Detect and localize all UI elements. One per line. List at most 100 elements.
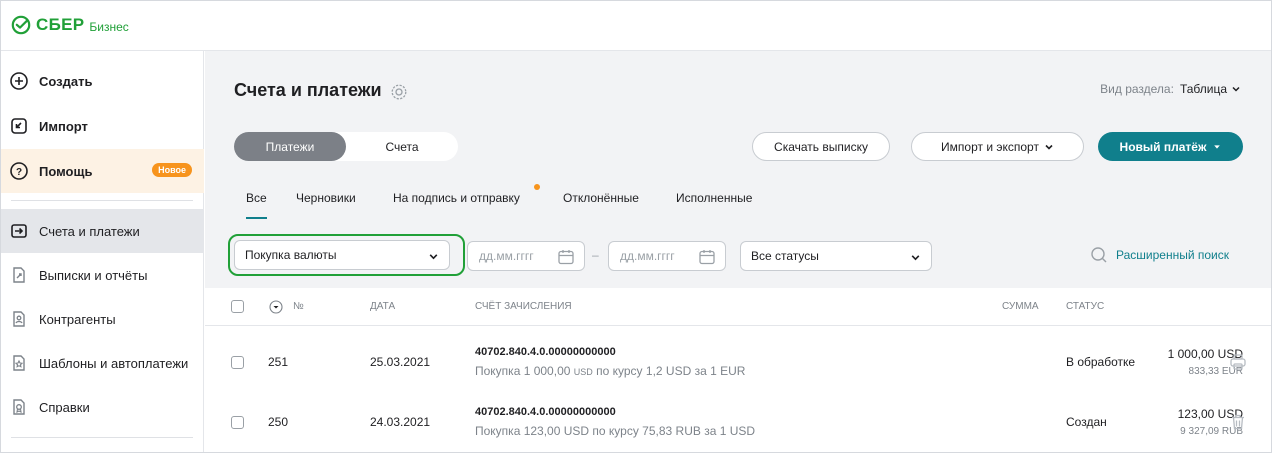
tab-rejected[interactable]: Отклонённые (563, 191, 639, 205)
tab-completed[interactable]: Исполненные (676, 191, 752, 205)
sber-logo[interactable]: СБЕР Бизнес (11, 15, 129, 35)
payments-table: № ДАТА СЧЁТ ЗАЧИСЛЕНИЯ СУММА СТАТУС 251 … (205, 288, 1271, 452)
status-select[interactable]: Все статусы (740, 241, 932, 271)
row-description: Покупка 123,00 USD по курсу 75,83 RUB за… (475, 424, 756, 438)
plus-circle-icon (9, 71, 29, 91)
row-checkbox[interactable] (231, 356, 244, 369)
calendar-icon[interactable] (557, 248, 575, 266)
import-export-button[interactable]: Импорт и экспорт (911, 132, 1084, 161)
column-date[interactable]: ДАТА (370, 301, 395, 312)
sidebar-item-label: Создать (39, 73, 93, 89)
segment-control: Платежи Счета (234, 132, 458, 161)
print-icon[interactable] (1229, 353, 1247, 371)
date-to-input[interactable]: дд.мм.гггг (608, 241, 726, 271)
sidebar-item-payments[interactable]: Счета и платежи (1, 209, 204, 253)
advanced-search-link[interactable]: Расширенный поиск (1090, 246, 1229, 264)
date-from-placeholder: дд.мм.гггг (479, 249, 534, 263)
sidebar-item-create[interactable]: Создать (1, 59, 204, 103)
tab-to-sign[interactable]: На подпись и отправку (393, 191, 520, 205)
sidebar-item-label: Выписки и отчёты (39, 267, 148, 283)
date-range-dash: – (592, 248, 599, 262)
date-to-placeholder: дд.мм.гггг (620, 249, 675, 263)
caret-down-icon (1214, 144, 1221, 149)
templates-icon (9, 353, 29, 373)
sidebar-item-label: Контрагенты (39, 311, 116, 327)
sort-icon[interactable] (269, 300, 283, 314)
sidebar-item-templates[interactable]: Шаблоны и автоплатежи (1, 341, 204, 385)
segment-payments[interactable]: Платежи (234, 132, 346, 161)
sidebar-divider (11, 437, 193, 438)
row-number: 251 (268, 355, 289, 369)
tab-drafts[interactable]: Черновики (296, 191, 356, 205)
import-icon (9, 116, 29, 136)
tab-all[interactable]: Все (246, 191, 267, 219)
sidebar-item-label: Импорт (39, 118, 88, 134)
new-badge: Новое (152, 163, 192, 177)
app-window: СБЕР Бизнес Создать Импорт ? Помощь Ново… (0, 0, 1272, 453)
main-content: Счета и платежи Вид раздела: Таблица Пла… (205, 51, 1271, 452)
table-header: № ДАТА СЧЁТ ЗАЧИСЛЕНИЯ СУММА СТАТУС (205, 288, 1271, 326)
sber-logo-icon (11, 15, 31, 35)
chevron-down-icon (1232, 86, 1240, 92)
sidebar-item-certificates[interactable]: Справки (1, 385, 204, 429)
import-export-label: Импорт и экспорт (941, 139, 1039, 154)
sidebar-item-label: Шаблоны и автоплатежи (39, 355, 189, 371)
column-amount[interactable]: СУММА (1002, 301, 1039, 312)
chevron-down-icon (429, 254, 438, 260)
type-select[interactable]: Покупка валюты (234, 240, 450, 270)
row-description-rate: по курсу 1,2 USD за 1 EUR (596, 364, 746, 378)
sidebar-item-statements[interactable]: Выписки и отчёты (1, 253, 204, 297)
row-checkbox[interactable] (231, 416, 244, 429)
statements-icon (9, 265, 29, 285)
date-from-input[interactable]: дд.мм.гггг (467, 241, 585, 271)
table-row[interactable]: 250 24.03.2021 40702.840.4.0.00000000000… (205, 387, 1271, 447)
download-statement-button[interactable]: Скачать выписку (752, 132, 890, 161)
sidebar-item-label: Помощь (39, 163, 93, 179)
sidebar-divider (11, 200, 193, 201)
select-all-checkbox[interactable] (231, 300, 244, 313)
column-status[interactable]: СТАТУС (1066, 301, 1104, 312)
row-number: 250 (268, 415, 289, 429)
segment-accounts[interactable]: Счета (346, 132, 458, 161)
sidebar-item-import[interactable]: Импорт (1, 104, 204, 148)
row-description-amount: Покупка 1 000,00 (475, 364, 571, 378)
sidebar-item-label: Справки (39, 399, 90, 415)
column-number[interactable]: № (293, 301, 304, 312)
top-bar: СБЕР Бизнес (1, 1, 1271, 51)
chevron-down-icon (911, 255, 920, 261)
download-statement-label: Скачать выписку (774, 139, 868, 154)
view-mode-label: Вид раздела: (1100, 82, 1174, 96)
brand-name: СБЕР (36, 15, 85, 34)
gear-icon[interactable] (389, 82, 409, 102)
new-payment-label: Новый платёж (1119, 139, 1207, 154)
type-select-value: Покупка валюты (245, 248, 337, 262)
column-account[interactable]: СЧЁТ ЗАЧИСЛЕНИЯ (475, 301, 572, 312)
row-account: 40702.840.4.0.00000000000 (475, 406, 616, 418)
advanced-search-label: Расширенный поиск (1116, 248, 1229, 262)
sidebar-item-help[interactable]: ? Помощь Новое (1, 149, 204, 193)
certificates-icon (9, 397, 29, 417)
page-title: Счета и платежи (234, 80, 382, 100)
sidebar-item-contractors[interactable]: Контрагенты (1, 297, 204, 341)
view-mode-switch[interactable]: Вид раздела: Таблица (1100, 82, 1241, 96)
contractors-icon (9, 309, 29, 329)
help-icon: ? (9, 161, 29, 181)
row-description: Покупка 1 000,00 USD по курсу 1,2 USD за… (475, 364, 745, 378)
svg-text:?: ? (16, 167, 22, 178)
row-status: Создан (1066, 415, 1107, 429)
trash-icon[interactable] (1229, 413, 1247, 431)
table-row[interactable]: 251 25.03.2021 40702.840.4.0.00000000000… (205, 327, 1271, 387)
status-select-value: Все статусы (751, 249, 819, 263)
view-mode-value: Таблица (1179, 82, 1227, 96)
brand-sub: Бизнес (89, 19, 129, 34)
search-icon (1091, 247, 1107, 263)
calendar-icon[interactable] (698, 248, 716, 266)
payments-icon (9, 221, 29, 241)
chevron-down-icon (1045, 144, 1053, 150)
sidebar: Создать Импорт ? Помощь Новое Счета и пл… (1, 51, 204, 452)
row-status: В обработке (1066, 355, 1136, 369)
notification-dot (534, 184, 540, 190)
row-date: 24.03.2021 (370, 415, 431, 429)
row-account: 40702.840.4.0.00000000000 (475, 346, 616, 358)
new-payment-button[interactable]: Новый платёж (1098, 132, 1243, 161)
